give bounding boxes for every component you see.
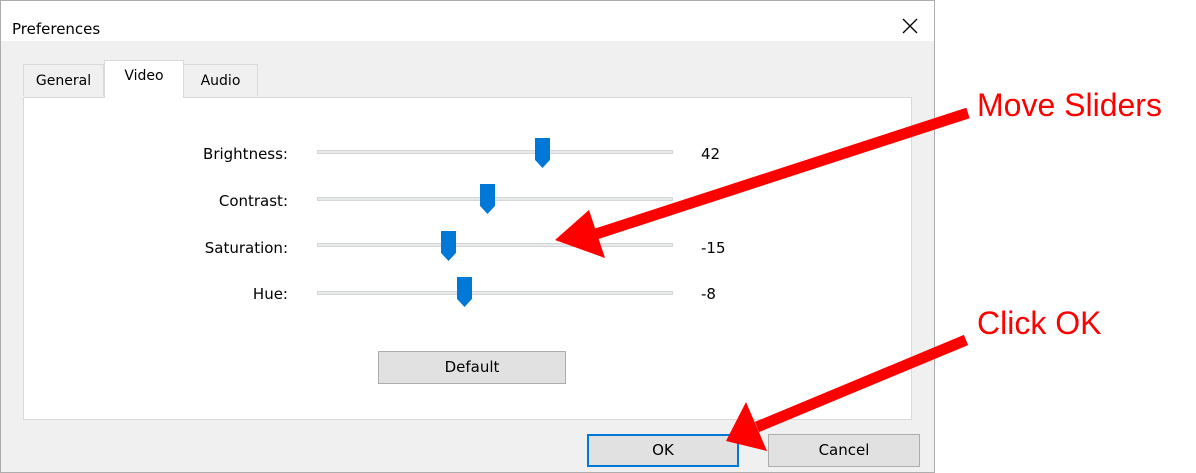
- contrast-slider-track[interactable]: [317, 197, 673, 201]
- dialog-title: Preferences: [12, 20, 101, 38]
- preferences-dialog: Preferences General Audio Video Brightne…: [0, 0, 935, 473]
- ok-button[interactable]: OK: [587, 434, 739, 467]
- saturation-slider-track[interactable]: [317, 243, 673, 247]
- saturation-slider-thumb[interactable]: [441, 231, 456, 261]
- hue-slider-track[interactable]: [317, 291, 673, 295]
- close-icon[interactable]: [900, 16, 920, 36]
- title-bar: Preferences: [1, 1, 934, 41]
- cancel-button[interactable]: Cancel: [768, 434, 920, 467]
- contrast-label: Contrast:: [218, 192, 288, 210]
- tab-general[interactable]: General: [23, 64, 104, 96]
- brightness-value: 42: [701, 145, 721, 163]
- saturation-value: -15: [701, 239, 726, 257]
- brightness-label: Brightness:: [203, 145, 288, 163]
- tab-audio[interactable]: Audio: [183, 64, 258, 96]
- hue-label: Hue:: [252, 285, 288, 303]
- move-sliders-annotation: Move Sliders: [977, 87, 1162, 123]
- brightness-slider-thumb[interactable]: [535, 138, 550, 168]
- brightness-slider-track[interactable]: [317, 150, 673, 154]
- click-ok-annotation: Click OK: [977, 305, 1102, 341]
- tab-video[interactable]: Video: [104, 60, 184, 98]
- saturation-label: Saturation:: [204, 239, 288, 257]
- hue-slider-thumb[interactable]: [457, 277, 472, 307]
- video-tab-panel: Brightness: 42 Contrast: Saturation: -15…: [23, 97, 912, 420]
- default-button[interactable]: Default: [378, 351, 566, 384]
- contrast-slider-thumb[interactable]: [480, 184, 495, 214]
- hue-value: -8: [701, 285, 716, 303]
